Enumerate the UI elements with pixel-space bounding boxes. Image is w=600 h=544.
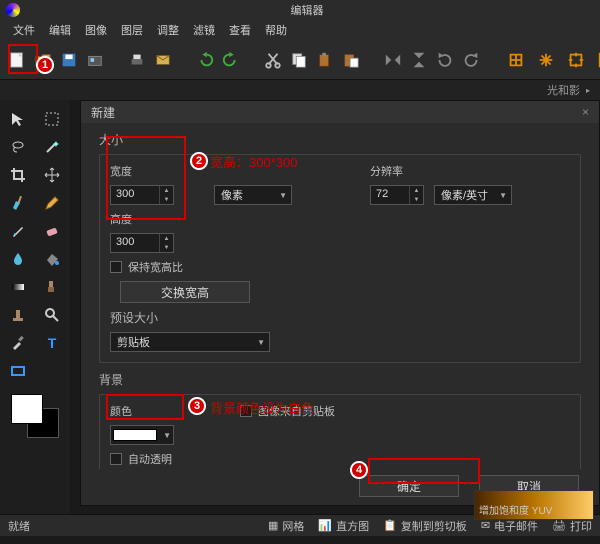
brush-tool[interactable] — [6, 192, 30, 214]
height-label: 高度 — [110, 211, 160, 227]
swap-button[interactable]: 交换宽高 — [120, 281, 250, 303]
width-label: 宽度 — [110, 163, 160, 179]
new-file-dialog: 新建 × 大小 宽度 300 — [80, 100, 600, 506]
preset-title: 预设大小 — [110, 309, 570, 326]
pointer-tool[interactable] — [6, 108, 30, 130]
redo-button[interactable] — [222, 48, 240, 72]
auto-trans-checkbox[interactable]: 自动透明 — [110, 451, 172, 467]
eraser-tool[interactable] — [40, 220, 64, 242]
paste-new-button[interactable] — [342, 48, 360, 72]
acquire-button[interactable] — [86, 48, 104, 72]
eyedropper-tool[interactable] — [6, 332, 30, 354]
from-clip-checkbox[interactable]: 图像来自剪贴板 — [240, 403, 335, 419]
menu-edit[interactable]: 编辑 — [42, 19, 78, 41]
pen-tool[interactable] — [6, 220, 30, 242]
new-file-button[interactable] — [8, 48, 26, 72]
res-unit-select[interactable]: 像素/英寸▼ — [434, 185, 512, 205]
pencil-tool[interactable] — [40, 192, 64, 214]
flip-v-icon[interactable] — [410, 48, 428, 72]
menu-adjust[interactable]: 调整 — [150, 19, 186, 41]
paste-button[interactable] — [316, 48, 334, 72]
dialog-title: 新建 — [91, 104, 115, 121]
keep-ratio-checkbox[interactable]: 保持宽高比 — [110, 259, 183, 275]
text-tool[interactable]: T — [40, 332, 64, 354]
crop-tool[interactable] — [6, 164, 30, 186]
color-swatch[interactable] — [11, 394, 59, 438]
status-grid[interactable]: ▦ 网格 — [268, 518, 304, 534]
bg-group-title: 背景 — [99, 371, 581, 388]
ok-button[interactable]: 确定 — [359, 475, 459, 497]
menu-layer[interactable]: 图层 — [114, 19, 150, 41]
email-button[interactable] — [154, 48, 172, 72]
status-copy[interactable]: 📋 复制到剪切板 — [383, 518, 467, 534]
menu-filter[interactable]: 滤镜 — [186, 19, 222, 41]
bg-group: 颜色 图像来自剪贴板 ▼ 自动透明 — [99, 394, 581, 469]
move-tool[interactable] — [40, 164, 64, 186]
canvas-icon[interactable] — [564, 48, 588, 72]
yuv-label: 增加饱和度 YUV — [474, 490, 594, 520]
stamp-tool[interactable] — [6, 304, 30, 326]
grid-icon[interactable] — [504, 48, 528, 72]
lasso-tool[interactable] — [6, 136, 30, 158]
flip-h-icon[interactable] — [384, 48, 402, 72]
panel-tab[interactable]: 光和影 — [547, 82, 580, 98]
shape-tool[interactable] — [6, 360, 30, 382]
zoom-tool[interactable] — [40, 304, 64, 326]
size-group-title: 大小 — [99, 131, 581, 148]
undo-button[interactable] — [196, 48, 214, 72]
height-input[interactable]: 300 ▲▼ — [110, 233, 174, 253]
res-input[interactable]: 72 ▲▼ — [370, 185, 424, 205]
annot-4: 4 — [350, 461, 368, 479]
res-label: 分辨率 — [370, 163, 403, 179]
toolbox: T — [0, 100, 70, 514]
resize-icon[interactable] — [534, 48, 558, 72]
menu-image[interactable]: 图像 — [78, 19, 114, 41]
status-ready: 就绪 — [8, 518, 30, 534]
rotate-cw-icon[interactable] — [462, 48, 480, 72]
cut-button[interactable] — [264, 48, 282, 72]
bgcolor-select[interactable]: ▼ — [110, 425, 174, 445]
main-toolbar — [0, 40, 600, 80]
annot-3: 3 — [188, 397, 206, 415]
clone-tool[interactable] — [40, 276, 64, 298]
save-button[interactable] — [60, 48, 78, 72]
width-unit-select[interactable]: 像素▼ — [214, 185, 292, 205]
annot-2: 2 — [190, 152, 208, 170]
panel-caret-icon[interactable]: ▸ — [586, 86, 590, 95]
width-input[interactable]: 300 ▲▼ — [110, 185, 174, 205]
app-logo — [6, 3, 20, 17]
gradient-tool[interactable] — [6, 276, 30, 298]
blur-tool[interactable] — [6, 248, 30, 270]
bucket-tool[interactable] — [40, 248, 64, 270]
color-label: 颜色 — [110, 403, 160, 419]
marquee-tool[interactable] — [40, 108, 64, 130]
print-button[interactable] — [128, 48, 146, 72]
menu-view[interactable]: 查看 — [222, 19, 258, 41]
size-group: 宽度 300 ▲▼ 像素▼ — [99, 154, 581, 363]
menu-bar: 文件 编辑 图像 图层 调整 滤镜 查看 帮助 — [0, 20, 600, 40]
annot-1: 1 — [36, 56, 54, 74]
menu-help[interactable]: 帮助 — [258, 19, 294, 41]
preset-select[interactable]: 剪贴板▼ — [110, 332, 270, 352]
status-histogram[interactable]: 📊 直方图 — [318, 518, 369, 534]
rotate-ccw-icon[interactable] — [436, 48, 454, 72]
crop-grid-icon[interactable] — [594, 48, 600, 72]
copy-button[interactable] — [290, 48, 308, 72]
menu-file[interactable]: 文件 — [6, 19, 42, 41]
wand-tool[interactable] — [40, 136, 64, 158]
dialog-close-icon[interactable]: × — [582, 105, 589, 119]
window-title: 编辑器 — [291, 2, 324, 18]
